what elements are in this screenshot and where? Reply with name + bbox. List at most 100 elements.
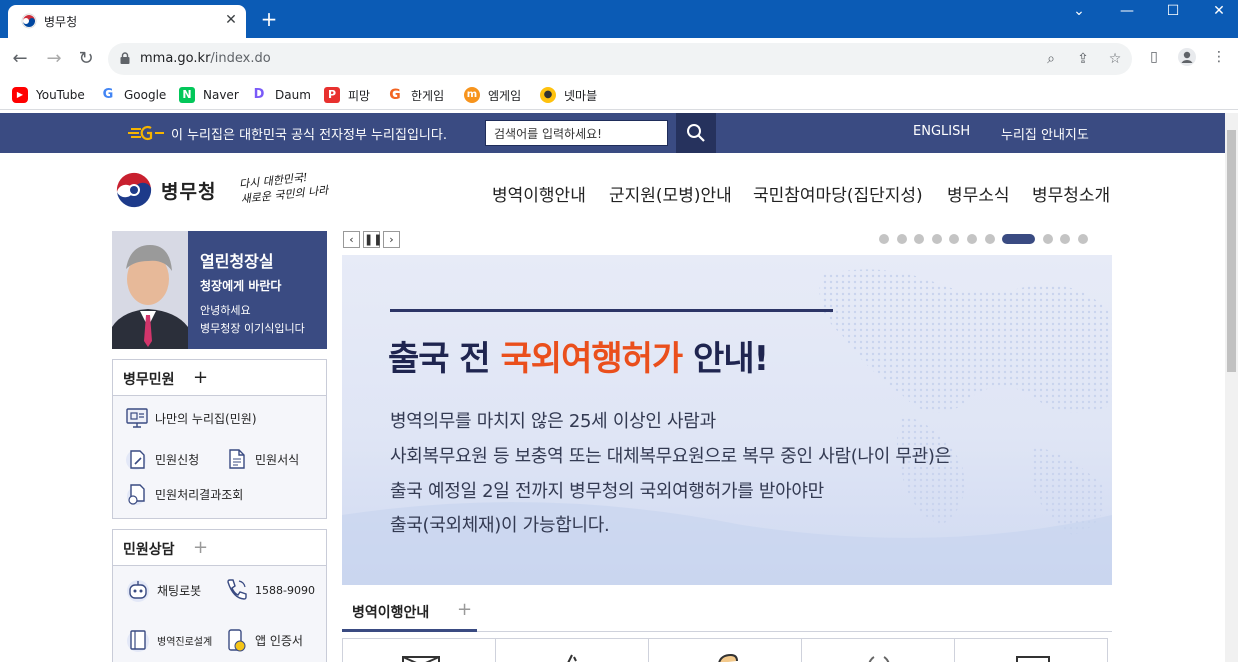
new-tab-button[interactable]: + [258,8,280,30]
tab-close-icon[interactable]: ✕ [222,11,240,29]
chatbot-link[interactable]: 채팅로봇 [125,577,201,603]
bookmark-pmang[interactable]: P 피망 [324,86,370,104]
laurel-icon [868,656,890,662]
civil-service-panel: 병무민원 + 나만의 누리집(민원) 민원신청 민원서식 민원처리결과조회 [112,359,327,519]
commissioner-office-banner[interactable]: 열린청장실 청장에게 바란다 안녕하세요 병무청장 이기식입니다 [112,231,327,349]
service-tile[interactable] [802,639,955,662]
apply-petition-link[interactable]: 민원신청 [125,447,199,471]
service-tile[interactable] [496,639,649,662]
slider-dot[interactable] [914,234,925,244]
apply-petition-label: 민원신청 [155,452,200,467]
bookmarks-bar: ▶ YouTube G Google N Naver D Daum P 피망 G… [0,80,1238,110]
side-panel-icon[interactable]: ▯ [1144,47,1164,67]
page-scrollbar[interactable] [1225,113,1238,662]
bookmark-daum[interactable]: D Daum [251,86,311,104]
civil-service-header[interactable]: 병무민원 + [113,360,326,396]
bookmark-google[interactable]: G Google [100,86,166,104]
slider-dot[interactable] [967,234,977,244]
mgame-icon: m [464,87,480,103]
call-center-link[interactable]: 1588-9090 [223,577,315,603]
app-certificate-label: 앱 인증서 [255,633,303,648]
tab-more-icon[interactable]: + [457,599,472,620]
site-search-button[interactable] [676,113,716,153]
tab-service-guide[interactable]: 병역이행안내 [352,602,429,622]
headline-prefix: 출국 전 [388,339,501,379]
service-tile[interactable] [649,639,802,662]
forward-arrow-icon[interactable]: → [42,47,66,71]
profile-avatar-icon[interactable] [1177,47,1197,67]
hangame-icon: G [387,87,403,103]
gnb-service-guide[interactable]: 병역이행안내 [492,181,586,206]
browser-tab[interactable]: 병무청 ✕ [8,5,246,38]
bookmark-mgame[interactable]: m 엠게임 [464,86,521,104]
commissioner-office-subtitle: 청장에게 바란다 [200,279,282,293]
maximize-button[interactable]: ☐ [1150,0,1196,24]
share-icon[interactable]: ⇪ [1074,50,1092,68]
url-path: /index.do [210,51,271,66]
reload-icon[interactable]: ↻ [74,47,98,71]
naver-icon: N [179,87,195,103]
petition-result-label: 민원처리결과조회 [155,487,244,502]
main-banner[interactable]: 출국 전 국외여행허가 안내! 병역의무를 마치지 않은 25세 이상인 사람과… [342,255,1112,585]
url-host: mma.go.kr [140,51,211,66]
bookmark-hangame[interactable]: G 한게임 [387,86,444,104]
gnb-participation[interactable]: 국민참여마당(집단지성) [753,181,923,206]
slider-dot[interactable] [931,234,942,244]
daum-icon: D [251,87,267,103]
service-tile[interactable] [955,639,1107,662]
gnb-about[interactable]: 병무청소개 [1032,181,1110,206]
bookmark-naver[interactable]: N Naver [179,86,239,104]
civil-service-more-icon[interactable]: + [193,367,208,388]
back-arrow-icon[interactable]: ← [8,47,32,71]
mma-emblem-icon[interactable] [114,170,154,210]
chatbot-robot-icon [127,580,149,602]
bookmark-label: 넷마블 [564,88,598,103]
address-bar[interactable]: mma.go.kr/index.do ⌕ ⇪ ☆ [108,43,1132,75]
site-search-input[interactable]: 검색어를 입력하세요! [485,120,668,146]
slogan-text: 다시 대한민국! 새로운 국민의 나라 [238,167,336,213]
brand-name[interactable]: 병무청 [161,177,216,204]
bookmark-label: Google [124,88,167,102]
close-window-button[interactable]: ✕ [1196,0,1238,24]
book-icon [127,630,149,652]
my-page-link[interactable]: 나만의 누리집(민원) [125,406,257,430]
tab-search-chevron-icon[interactable]: ⌄ [1056,0,1102,24]
sitemap-link[interactable]: 누리집 안내지도 [1001,124,1089,143]
petition-result-link[interactable]: 민원처리결과조회 [125,482,243,506]
monitor-icon [126,408,148,428]
slider-dot[interactable] [879,234,889,244]
app-certificate-link[interactable]: 앱 인증서 [223,627,303,653]
monitor-tile-icon [1016,656,1050,662]
bookmark-netmarble[interactable]: ● 넷마블 [540,86,597,104]
bookmark-label: Naver [203,88,239,102]
headline-highlight: 국외여행허가 [500,339,684,379]
petition-forms-label: 민원서식 [255,452,300,467]
service-tile[interactable] [343,639,496,662]
chatbot-label: 채팅로봇 [157,583,202,598]
petition-forms-link[interactable]: 민원서식 [225,447,299,471]
english-link[interactable]: ENGLISH [913,124,970,139]
egov-logo-icon [128,125,164,141]
scrollbar-thumb[interactable] [1227,130,1236,372]
slider-dot[interactable] [1042,234,1053,244]
slider-next-button[interactable]: › [383,231,400,248]
slider-prev-button[interactable]: ‹ [343,231,360,248]
call-center-label: 1588-9090 [255,583,315,597]
slider-dot[interactable] [1078,234,1088,244]
career-design-link[interactable]: 병역진로설계 [125,627,212,653]
minimize-button[interactable]: — [1104,0,1150,24]
bookmark-star-icon[interactable]: ☆ [1106,50,1124,68]
slider-dot[interactable] [1060,234,1071,244]
zoom-search-icon[interactable]: ⌕ [1042,50,1060,68]
slider-dot[interactable] [984,234,995,244]
bookmark-youtube[interactable]: ▶ YouTube [12,86,85,104]
consult-more-icon[interactable]: + [193,537,208,558]
browser-menu-icon[interactable]: ⋮ [1209,47,1229,67]
gnb-enlistment[interactable]: 군지원(모병)안내 [609,181,732,206]
consult-header[interactable]: 민원상담 + [113,530,326,566]
slider-pause-button[interactable]: ❚❚ [363,231,382,248]
slider-dot-active[interactable] [1002,234,1036,244]
gnb-news[interactable]: 병무소식 [947,181,1010,206]
slider-dot[interactable] [896,234,907,244]
slider-dot[interactable] [949,234,960,244]
